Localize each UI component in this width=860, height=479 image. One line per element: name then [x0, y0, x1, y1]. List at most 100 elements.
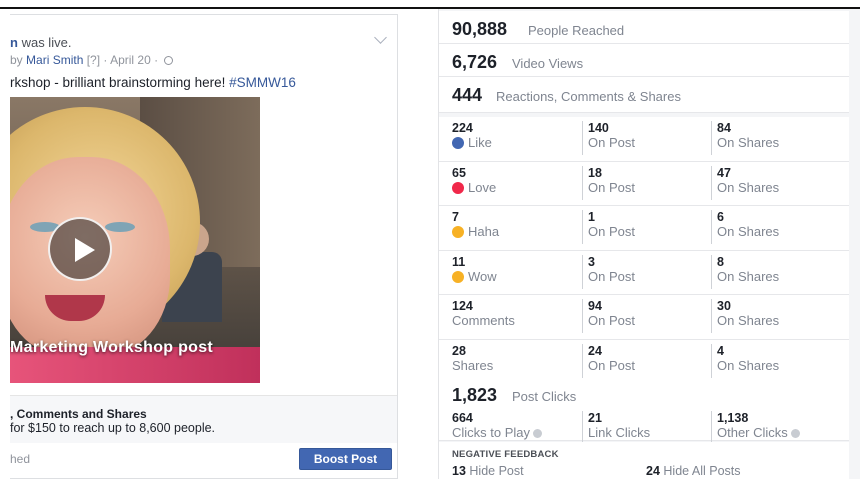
post-author-link[interactable]: Mari Smith — [26, 53, 83, 67]
shares-total-cell: 28 Shares — [452, 344, 493, 373]
like-total-cell: 224 Like — [452, 121, 492, 150]
boost-promo-title: , Comments and Shares — [10, 407, 147, 421]
love-on-shares: 47 — [717, 165, 731, 180]
wow-total: 11 — [452, 254, 466, 269]
post-meta-line: by Mari Smith [?] · April 20 · — [10, 53, 174, 67]
clicks-to-play-label-wrap: Clicks to Play — [452, 425, 543, 440]
like-on-shares: 84 — [717, 121, 731, 135]
wow-label-wrap: Wow — [452, 269, 497, 284]
post-status-line: n was live. — [10, 35, 71, 50]
wow-icon — [452, 270, 464, 283]
breakdown-row-comments: 124 Comments 94 On Post 30 On Shares — [439, 295, 849, 340]
hide-post-label: Hide Post — [469, 464, 524, 478]
boost-promo-subtitle: for $150 to reach up to 8,600 people. — [10, 421, 216, 435]
hide-post-value: 13 — [452, 464, 466, 478]
wow-total-cell: 11 Wow — [452, 255, 497, 284]
like-total: 224 — [452, 121, 473, 135]
comments-label: Comments — [452, 313, 515, 328]
link-clicks-cell: 21 Link Clicks — [582, 411, 650, 445]
love-on-post: 18 — [588, 165, 602, 180]
video-caption: Marketing Workshop post — [10, 339, 214, 356]
love-on-post-cell: 18 On Post — [582, 165, 635, 200]
video-views-label: Video Views — [512, 56, 584, 71]
on-post-label: On Post — [588, 135, 635, 150]
post-status-text: was live. — [21, 35, 72, 50]
other-clicks-label-wrap: Other Clicks — [717, 425, 800, 440]
hashtag-link[interactable]: #SMMW16 — [229, 75, 296, 90]
post-message-text: rkshop - brilliant brainstorming here! — [10, 75, 226, 90]
video-views-row: 6,726 Video Views — [439, 44, 849, 77]
like-on-post: 140 — [588, 121, 609, 135]
wow-label: Wow — [468, 268, 497, 284]
on-shares-label: On Shares — [717, 224, 780, 239]
breakdown-row-wow: 11 Wow 3 On Post 8 On Shares — [439, 250, 849, 295]
info-icon[interactable] — [790, 429, 800, 438]
breakdown-row-shares: 28 Shares 24 On Post 4 On Shares — [439, 339, 849, 384]
engagement-label: Reactions, Comments & Shares — [496, 89, 681, 104]
love-icon — [452, 181, 464, 194]
link-clicks-label: Link Clicks — [588, 425, 651, 440]
like-on-post-cell: 140 On Post — [582, 121, 635, 155]
video-subject-eye — [105, 222, 135, 232]
boost-post-button[interactable]: Boost Post — [299, 448, 392, 470]
wow-on-shares: 8 — [717, 254, 724, 269]
post-meta-text[interactable]: [?] · April 20 · — [87, 53, 158, 67]
post-clicks-section: 1,823 Post Clicks 664 Clicks to Play 21 … — [439, 383, 849, 445]
post-insights-panel: 90,888 People Reached 6,726 Video Views … — [438, 9, 860, 479]
on-shares-label: On Shares — [717, 313, 780, 328]
love-total: 65 — [452, 165, 466, 180]
hide-all-posts-stat: 24 Hide All Posts — [646, 464, 741, 478]
post-clicks-breakdown: 664 Clicks to Play 21 Link Clicks 1,138 … — [439, 409, 849, 445]
post-clicks-label: Post Clicks — [512, 389, 577, 404]
haha-icon — [452, 226, 464, 238]
wow-on-post-cell: 3 On Post — [582, 254, 635, 289]
chevron-down-icon[interactable] — [374, 31, 387, 44]
haha-on-shares-cell: 6 On Shares — [711, 210, 779, 244]
negative-feedback-title: NEGATIVE FEEDBACK — [452, 449, 559, 460]
like-label-wrap: Like — [452, 135, 492, 150]
on-post-label: On Post — [588, 313, 635, 328]
globe-icon — [164, 56, 174, 65]
link-clicks-value: 21 — [588, 411, 602, 425]
on-post-label: On Post — [588, 268, 635, 284]
comments-total-cell: 124 Comments — [452, 299, 515, 328]
haha-label: Haha — [468, 224, 500, 239]
shares-label: Shares — [452, 357, 494, 373]
haha-on-post-cell: 1 On Post — [582, 210, 635, 244]
other-clicks-value: 1,138 — [717, 411, 749, 425]
comments-total: 124 — [452, 299, 473, 313]
people-reached-value: 90,888 — [452, 19, 508, 39]
breakdown-row-like: 224 Like 140 On Post 84 On Shares — [439, 117, 849, 162]
info-icon[interactable] — [533, 429, 543, 438]
breakdown-row-haha: 7 Haha 1 On Post 6 On Shares — [439, 206, 849, 251]
shares-on-post: 24 — [588, 343, 602, 358]
on-post-label: On Post — [588, 224, 635, 239]
love-on-shares-cell: 47 On Shares — [711, 165, 780, 200]
reached-label: hed — [10, 452, 31, 466]
comments-on-shares: 30 — [717, 299, 731, 313]
engagement-row: 444 Reactions, Comments & Shares — [439, 77, 849, 113]
on-shares-label: On Shares — [717, 268, 780, 284]
people-reached-label: People Reached — [528, 23, 625, 38]
comments-on-shares-cell: 30 On Shares — [711, 299, 779, 333]
video-player[interactable]: Marketing Workshop post — [10, 97, 260, 383]
shares-total: 28 — [452, 343, 466, 358]
shares-on-post-cell: 24 On Post — [582, 343, 635, 378]
haha-on-shares: 6 — [717, 210, 724, 224]
love-label: Love — [468, 179, 497, 195]
post-page-name[interactable]: n — [10, 35, 18, 50]
comments-on-post-cell: 94 On Post — [582, 299, 635, 333]
video-views-value: 6,726 — [452, 52, 498, 72]
clicks-to-play-label: Clicks to Play — [452, 425, 531, 440]
hide-all-label: Hide All Posts — [663, 464, 741, 478]
on-shares-label: On Shares — [717, 179, 780, 195]
love-total-cell: 65 Love — [452, 166, 496, 195]
hide-all-value: 24 — [646, 464, 660, 478]
on-shares-label: On Shares — [717, 135, 780, 150]
other-clicks-cell: 1,138 Other Clicks — [711, 411, 800, 445]
breakdown-row-love: 65 Love 18 On Post 47 On Shares — [439, 161, 849, 206]
on-post-label: On Post — [588, 357, 635, 373]
by-label: by — [10, 53, 23, 67]
engagement-value: 444 — [452, 85, 483, 105]
play-icon[interactable] — [48, 217, 112, 281]
